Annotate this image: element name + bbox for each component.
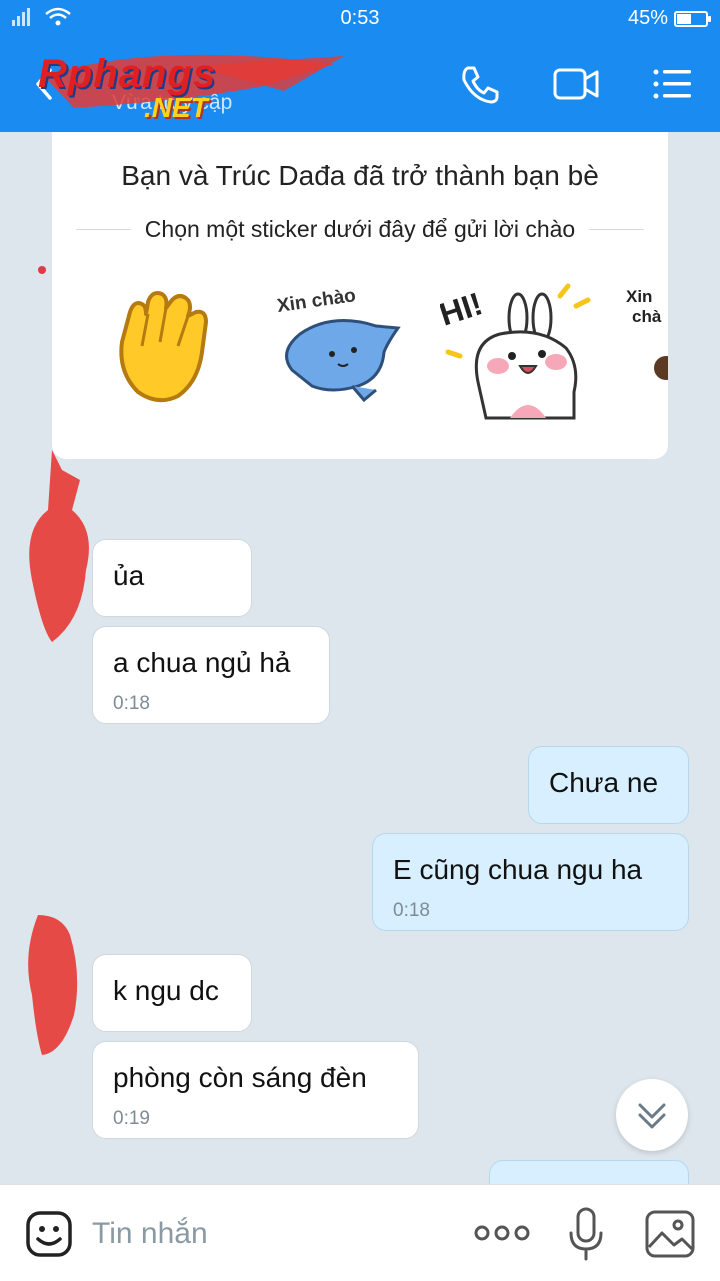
xin-chao-cat-sticker[interactable]: Xin chào [272, 282, 412, 412]
message-input-bar: Tin nhắn [0, 1184, 720, 1281]
microphone-icon[interactable] [566, 1207, 606, 1263]
logo-suffix: .NET [144, 92, 208, 123]
message-bubble-incoming[interactable]: k ngu dc [92, 954, 252, 1032]
sticker-text-line: Xin [626, 287, 652, 306]
battery-status: 45% [627, 7, 711, 30]
message-text: phòng còn sáng đèn [113, 1062, 367, 1093]
status-bar: 0:53 45% [0, 0, 720, 36]
video-call-icon[interactable] [552, 60, 600, 108]
hi-bunny-sticker[interactable]: HI! [440, 282, 600, 422]
sticker-row: Xin chào HI! Xin chà [52, 282, 668, 432]
message-text: E cũng chua ngu ha [393, 854, 643, 885]
logo-brand: Rphangs [38, 52, 217, 96]
waving-hand-sticker[interactable] [108, 282, 228, 412]
sticker-text: Xin chào [276, 285, 357, 317]
watermark-logo: Rphangs .NET [34, 46, 344, 126]
battery-icon [674, 10, 711, 27]
divider [76, 229, 131, 230]
notification-dot [38, 266, 46, 274]
greeting-subtitle: Chọn một sticker dưới đây để gửi lời chà… [144, 216, 576, 242]
chat-header: Vừa truy cập Rphangs .NET [0, 36, 720, 132]
clock: 0:53 [340, 7, 380, 29]
message-time: 0:18 [393, 900, 430, 921]
scroll-to-bottom-button[interactable] [616, 1079, 688, 1151]
message-bubble-incoming[interactable]: phòng còn sáng đèn 0:19 [92, 1041, 419, 1139]
message-text: a chua ngủ hả [113, 647, 291, 678]
message-input[interactable]: Tin nhắn [92, 1217, 208, 1251]
battery-percent: 45% [627, 7, 668, 29]
redacted-avatar [28, 915, 78, 1055]
image-icon[interactable] [644, 1209, 696, 1259]
emoji-icon[interactable] [24, 1209, 74, 1259]
message-bubble-incoming[interactable]: a chua ngủ hả 0:18 [92, 626, 330, 724]
message-bubble-outgoing[interactable]: E cũng chua ngu ha 0:18 [372, 833, 689, 931]
double-chevron-down-icon [638, 1103, 666, 1129]
menu-list-icon[interactable] [648, 60, 696, 108]
more-dots-icon[interactable] [474, 1221, 530, 1245]
message-text: k ngu dc [113, 975, 219, 1006]
divider [589, 229, 645, 230]
friend-greeting-card: Bạn và Trúc Dađa đã trở thành bạn bè Chọ… [52, 132, 668, 459]
message-bubble-incoming[interactable]: ủa [92, 539, 252, 617]
redacted-avatar [29, 450, 89, 642]
phone-icon[interactable] [456, 60, 504, 108]
message-bubble-outgoing[interactable]: Chưa ne [528, 746, 689, 824]
greeting-title: Bạn và Trúc Dađa đã trở thành bạn bè [121, 160, 599, 191]
message-text: ủa [113, 560, 145, 591]
sticker-text-line: chà [632, 307, 662, 326]
xin-chao-sticker-partial[interactable]: Xin chà [626, 282, 668, 422]
message-text: Chưa ne [549, 767, 659, 798]
greeting-subtitle-row: Chọn một sticker dưới đây để gửi lời chà… [76, 216, 645, 243]
message-time: 0:18 [113, 693, 150, 714]
sticker-text: HI! [440, 285, 487, 332]
message-time: 0:19 [113, 1108, 150, 1129]
